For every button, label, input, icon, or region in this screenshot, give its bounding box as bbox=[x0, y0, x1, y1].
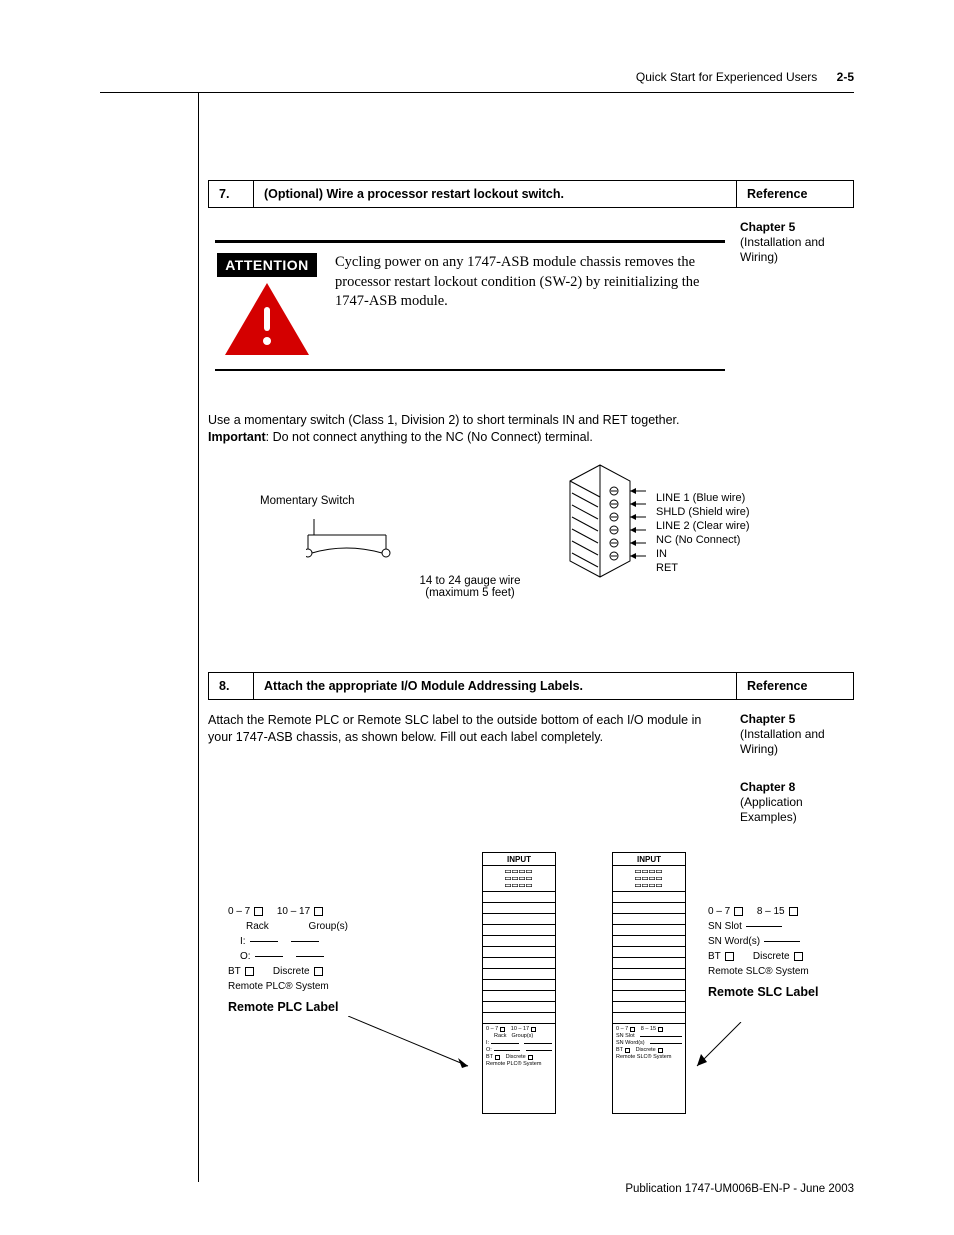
wire-shld: SHLD (Shield wire) bbox=[656, 505, 750, 519]
plc-label-title: Remote PLC Label bbox=[228, 1000, 354, 1015]
step-8-reference-2: Chapter 8 (Application Examples) bbox=[740, 780, 860, 825]
step-title: Attach the appropriate I/O Module Addres… bbox=[254, 673, 737, 699]
attention-badge: ATTENTION bbox=[215, 253, 319, 355]
wire-ret: RET bbox=[656, 561, 750, 575]
switch-diagram: Momentary Switch 14 to 24 gauge wire (ma… bbox=[260, 457, 780, 607]
labels-diagram: 0 – 7 10 – 17 RackGroup(s) I: O: BT Disc… bbox=[228, 852, 788, 1132]
step-8-instructions: Attach the Remote PLC or Remote SLC labe… bbox=[208, 712, 728, 746]
slc-module-tag: 0 – 7 8 – 15 SN Slot SN Word(s) BT Discr… bbox=[613, 1024, 685, 1063]
step-7-reference: Chapter 5 (Installation and Wiring) bbox=[740, 220, 860, 265]
switch-label: Momentary Switch bbox=[260, 495, 355, 507]
reference-chapter: Chapter 5 bbox=[740, 712, 860, 727]
plc-system-text: Remote PLC® System bbox=[228, 979, 354, 994]
reference-chapter: Chapter 8 bbox=[740, 780, 860, 795]
instruction-line-1: Use a momentary switch (Class 1, Divisio… bbox=[208, 413, 679, 427]
slc-label-title: Remote SLC Label bbox=[708, 985, 834, 1000]
important-text: : Do not connect anything to the NC (No … bbox=[266, 430, 593, 444]
slc-module-icon: INPUT ▭▭▭▭▭▭▭▭▭▭▭▭ 0 – 7 8 – 15 SN Slot … bbox=[612, 852, 686, 1114]
step-8-reference-1: Chapter 5 (Installation and Wiring) bbox=[740, 712, 860, 757]
step-title: (Optional) Wire a processor restart lock… bbox=[254, 181, 737, 207]
step-7-instructions: Use a momentary switch (Class 1, Divisio… bbox=[208, 412, 728, 446]
wire-gauge-note: 14 to 24 gauge wire (maximum 5 feet) bbox=[400, 575, 540, 599]
reference-chapter: Chapter 5 bbox=[740, 220, 860, 235]
plc-callout-arrow-icon bbox=[348, 1016, 478, 1074]
plc-module-icon: INPUT ▭▭▭▭▭▭▭▭▭▭▭▭ 0 – 7 10 – 17 RackGro… bbox=[482, 852, 556, 1114]
momentary-switch-icon bbox=[306, 513, 406, 563]
page-number: 2-5 bbox=[837, 70, 854, 84]
important-label: Important bbox=[208, 430, 266, 444]
wire-line2: LINE 2 (Clear wire) bbox=[656, 519, 750, 533]
step-7-table: 7. (Optional) Wire a processor restart l… bbox=[208, 180, 854, 208]
running-header: Quick Start for Experienced Users 2-5 bbox=[636, 70, 854, 84]
footer-publication: Publication 1747-UM006B-EN-P - June 2003 bbox=[625, 1183, 854, 1195]
step-number: 7. bbox=[209, 181, 254, 207]
slc-label-box: 0 – 7 8 – 15 SN Slot SN Word(s) BT Discr… bbox=[708, 904, 834, 1000]
top-rule bbox=[100, 92, 854, 93]
plc-module-tag: 0 – 7 10 – 17 RackGroup(s) I: O: BT Disc… bbox=[483, 1024, 555, 1070]
step-8-table: 8. Attach the appropriate I/O Module Add… bbox=[208, 672, 854, 700]
wire-in: IN bbox=[656, 547, 750, 561]
slc-callout-arrow-icon bbox=[691, 1022, 751, 1076]
wire-nc: NC (No Connect) bbox=[656, 533, 750, 547]
step-number: 8. bbox=[209, 673, 254, 699]
reference-desc: (Installation and Wiring) bbox=[740, 727, 825, 756]
plc-label-box: 0 – 7 10 – 17 RackGroup(s) I: O: BT Disc… bbox=[228, 904, 354, 1015]
attention-block: ATTENTION Cycling power on any 1747-ASB … bbox=[215, 240, 725, 371]
attention-text: Cycling power on any 1747-ASB module cha… bbox=[335, 253, 725, 355]
terminal-block-icon bbox=[550, 451, 650, 581]
warning-triangle-icon bbox=[225, 283, 309, 355]
slc-system-text: Remote SLC® System bbox=[708, 964, 834, 979]
wire-line1: LINE 1 (Blue wire) bbox=[656, 491, 750, 505]
running-title: Quick Start for Experienced Users bbox=[636, 70, 817, 84]
reference-header: Reference bbox=[737, 181, 853, 207]
margin-rule bbox=[198, 92, 199, 1182]
terminal-labels: LINE 1 (Blue wire) SHLD (Shield wire) LI… bbox=[656, 491, 750, 575]
reference-header: Reference bbox=[737, 673, 853, 699]
reference-desc: (Application Examples) bbox=[740, 795, 803, 824]
attention-label: ATTENTION bbox=[217, 253, 317, 277]
reference-desc: (Installation and Wiring) bbox=[740, 235, 825, 264]
